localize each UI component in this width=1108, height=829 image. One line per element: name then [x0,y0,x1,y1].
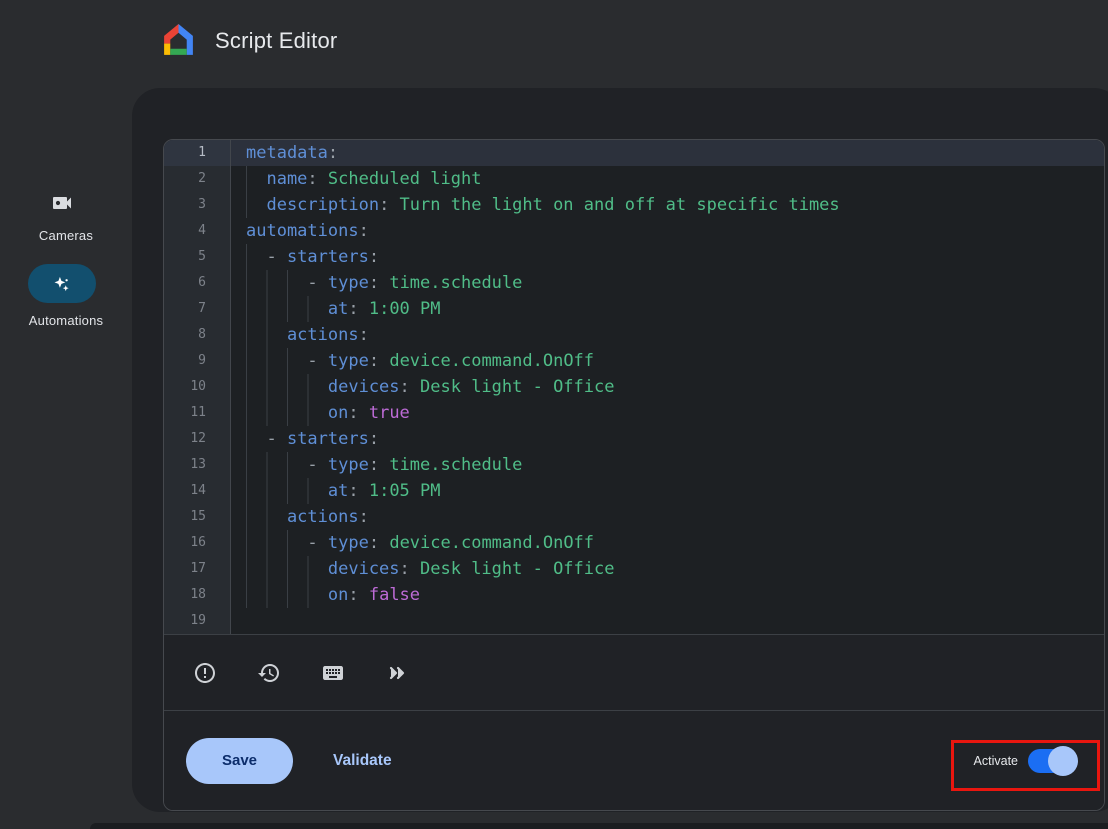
code-line[interactable]: 10devices: Desk light - Office [164,374,1104,400]
code-line[interactable]: 11on: true [164,400,1104,426]
code-line[interactable]: 6- type: time.schedule [164,270,1104,296]
indent-guides [246,374,328,400]
save-button[interactable]: Save [186,738,293,784]
code-content: description: Turn the light on and off a… [231,192,1104,218]
code-line[interactable]: 15actions: [164,504,1104,530]
code-line[interactable]: 19 [164,608,1104,634]
line-number: 3 [164,192,231,218]
code-line[interactable]: 7at: 1:00 PM [164,296,1104,322]
code-content: - starters: [231,426,1104,452]
code-content: devices: Desk light - Office [231,374,1104,400]
line-number: 5 [164,244,231,270]
script-editor-box: 1metadata:2name: Scheduled light3descrip… [163,139,1105,811]
activate-toggle[interactable] [1028,749,1074,773]
code-line[interactable]: 16- type: device.command.OnOff [164,530,1104,556]
code-content: devices: Desk light - Office [231,556,1104,582]
editor-footer: Save Validate Activate [164,710,1104,810]
line-number: 1 [164,140,231,166]
line-number: 7 [164,296,231,322]
activate-label: Activate [974,754,1018,768]
indent-guides [246,270,307,296]
google-home-logo-icon [160,22,197,59]
activate-group: Activate [974,749,1074,773]
line-number: 15 [164,504,231,530]
selected-nav-pill[interactable] [28,264,96,303]
code-content: - type: time.schedule [231,452,1104,478]
code-content: on: false [231,582,1104,608]
indent-guides [246,192,266,218]
history-icon[interactable] [257,661,281,685]
code-content [231,608,1104,634]
indent-guides [246,166,266,192]
code-content: on: true [231,400,1104,426]
indent-guides [246,244,266,270]
code-line[interactable]: 17devices: Desk light - Office [164,556,1104,582]
code-content: metadata: [231,140,1104,166]
line-number: 9 [164,348,231,374]
page-title: Script Editor [215,28,337,54]
code-content: at: 1:00 PM [231,296,1104,322]
code-line[interactable]: 8actions: [164,322,1104,348]
code-line[interactable]: 5- starters: [164,244,1104,270]
keyboard-icon[interactable] [321,661,345,685]
line-number: 12 [164,426,231,452]
indent-guides [246,348,307,374]
indent-guides [246,322,287,348]
indent-guides [246,582,328,608]
code-content: - type: device.command.OnOff [231,348,1104,374]
app-header: Script Editor [0,0,1108,88]
indent-guides [246,504,287,530]
code-line[interactable]: 18on: false [164,582,1104,608]
indent-guides [246,296,328,322]
indent-guides [246,556,328,582]
code-content: - type: device.command.OnOff [231,530,1104,556]
code-line[interactable]: 4automations: [164,218,1104,244]
sidebar-item-label: Automations [0,313,132,328]
toggle-thumb [1048,746,1078,776]
code-content: - type: time.schedule [231,270,1104,296]
indent-guides [246,530,307,556]
line-number: 8 [164,322,231,348]
validate-button[interactable]: Validate [333,752,392,770]
line-number: 16 [164,530,231,556]
code-line[interactable]: 12- starters: [164,426,1104,452]
indent-guides [246,426,266,452]
code-content: name: Scheduled light [231,166,1104,192]
line-number: 17 [164,556,231,582]
line-number: 2 [164,166,231,192]
line-number: 14 [164,478,231,504]
double-arrow-icon[interactable] [385,661,409,685]
code-line[interactable]: 1metadata: [164,140,1104,166]
sidebar-item-label: Cameras [0,228,132,243]
line-number: 13 [164,452,231,478]
indent-guides [246,478,328,504]
code-content: at: 1:05 PM [231,478,1104,504]
code-line[interactable]: 3description: Turn the light on and off … [164,192,1104,218]
code-content: actions: [231,504,1104,530]
line-number: 10 [164,374,231,400]
indent-guides [246,452,307,478]
code-line[interactable]: 9- type: device.command.OnOff [164,348,1104,374]
code-line[interactable]: 2name: Scheduled light [164,166,1104,192]
window-bottom-edge [90,823,1108,829]
code-line[interactable]: 13- type: time.schedule [164,452,1104,478]
code-content: automations: [231,218,1104,244]
main-panel: 1metadata:2name: Scheduled light3descrip… [132,88,1108,812]
video-camera-icon [50,191,74,215]
code-content: actions: [231,322,1104,348]
sparkle-icon [52,274,72,294]
indent-guides [246,400,328,426]
code-lines[interactable]: 1metadata:2name: Scheduled light3descrip… [164,140,1104,634]
line-number: 19 [164,608,231,634]
sidebar: Cameras Automations [0,88,132,829]
line-number: 4 [164,218,231,244]
line-number: 18 [164,582,231,608]
editor-toolbar [164,634,1104,710]
code-line[interactable]: 14at: 1:05 PM [164,478,1104,504]
problems-icon[interactable] [193,661,217,685]
line-number: 6 [164,270,231,296]
code-content: - starters: [231,244,1104,270]
line-number: 11 [164,400,231,426]
